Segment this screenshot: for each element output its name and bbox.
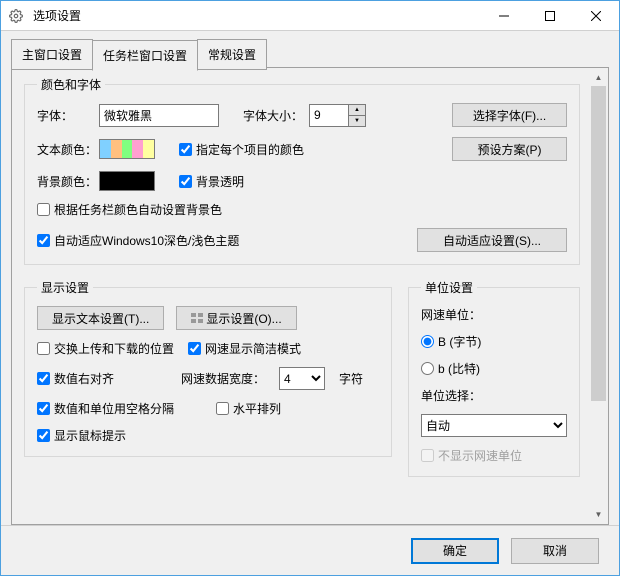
horizontal-checkbox[interactable]: 水平排列 xyxy=(216,400,281,417)
space-between-checkbox[interactable]: 数值和单位用空格分隔 xyxy=(37,400,202,417)
netspeed-unit-label: 网速单位： xyxy=(421,306,481,323)
bg-transparent-checkbox[interactable]: 背景透明 xyxy=(179,173,244,190)
vertical-scrollbar[interactable]: ▲ ▼ xyxy=(590,69,607,523)
scroll-up-icon[interactable]: ▲ xyxy=(590,69,607,86)
tab-panel: 颜色和字体 字体： 字体大小： ▲▼ 选择字体(F)... xyxy=(11,67,609,525)
netspeed-width-suffix: 字符 xyxy=(339,370,363,387)
netspeed-width-select[interactable]: 4 xyxy=(279,367,325,390)
footer: 确定 取消 xyxy=(1,525,619,575)
text-color-label: 文本颜色： xyxy=(37,141,99,158)
scrollbar-thumb[interactable] xyxy=(591,86,606,401)
tab-taskbar-window[interactable]: 任务栏窗口设置 xyxy=(92,40,198,71)
auto-adapt-theme-checkbox[interactable]: 自动适应Windows10深色/浅色主题 xyxy=(37,232,239,249)
display-settings-button[interactable]: 显示设置(O)... xyxy=(176,306,296,330)
specify-each-item-color-checkbox[interactable]: 指定每个项目的颜色 xyxy=(179,141,304,158)
text-display-settings-button[interactable]: 显示文本设置(T)... xyxy=(37,306,164,330)
group-color-font: 颜色和字体 字体： 字体大小： ▲▼ 选择字体(F)... xyxy=(24,76,580,265)
spin-up-icon[interactable]: ▲ xyxy=(349,105,365,116)
group-display: 显示设置 显示文本设置(T)... 显示设置(O)... 交换上 xyxy=(24,279,392,457)
text-color-swatch[interactable] xyxy=(99,139,155,159)
netspeed-width-label: 网速数据宽度： xyxy=(181,370,265,387)
window-title: 选项设置 xyxy=(31,7,481,24)
preset-scheme-button[interactable]: 预设方案(P) xyxy=(452,137,567,161)
minimize-button[interactable] xyxy=(481,1,527,31)
show-tooltip-checkbox[interactable]: 显示鼠标提示 xyxy=(37,427,126,444)
close-button[interactable] xyxy=(573,1,619,31)
unit-byte-radio[interactable]: B (字节) xyxy=(421,333,481,350)
maximize-button[interactable] xyxy=(527,1,573,31)
ok-button[interactable]: 确定 xyxy=(411,538,499,564)
settings-window: 选项设置 主窗口设置 任务栏窗口设置 常规设置 颜色和字体 字体： 字体大小： xyxy=(0,0,620,576)
grid-icon xyxy=(191,313,203,323)
swap-upload-download-checkbox[interactable]: 交换上传和下载的位置 xyxy=(37,340,174,357)
group-display-legend: 显示设置 xyxy=(37,279,93,296)
bg-color-swatch[interactable] xyxy=(99,171,155,191)
scrollbar-track[interactable] xyxy=(590,86,607,506)
gear-icon xyxy=(1,9,31,23)
titlebar: 选项设置 xyxy=(1,1,619,31)
tab-bar: 主窗口设置 任务栏窗口设置 常规设置 xyxy=(11,39,609,70)
font-size-input[interactable] xyxy=(309,104,349,127)
unit-select-label: 单位选择： xyxy=(421,387,481,404)
tab-general[interactable]: 常规设置 xyxy=(197,39,267,70)
tab-main-window[interactable]: 主窗口设置 xyxy=(11,39,93,70)
cancel-button[interactable]: 取消 xyxy=(511,538,599,564)
group-unit-legend: 单位设置 xyxy=(421,279,477,296)
auto-set-bg-by-taskbar-checkbox[interactable]: 根据任务栏颜色自动设置背景色 xyxy=(37,201,222,218)
hide-netspeed-unit-checkbox: 不显示网速单位 xyxy=(421,447,522,464)
font-label: 字体： xyxy=(37,107,99,124)
spin-down-icon[interactable]: ▼ xyxy=(349,116,365,126)
font-size-label: 字体大小： xyxy=(243,107,303,124)
unit-select-combo[interactable]: 自动 xyxy=(421,414,567,437)
scroll-area: 颜色和字体 字体： 字体大小： ▲▼ 选择字体(F)... xyxy=(14,70,590,522)
simple-netspeed-checkbox[interactable]: 网速显示简洁模式 xyxy=(188,340,301,357)
group-color-font-legend: 颜色和字体 xyxy=(37,76,105,93)
right-align-checkbox[interactable]: 数值右对齐 xyxy=(37,370,167,387)
unit-bit-radio[interactable]: b (比特) xyxy=(421,360,480,377)
auto-adapt-settings-button[interactable]: 自动适应设置(S)... xyxy=(417,228,567,252)
group-unit: 单位设置 网速单位： B (字节) b (比特) 单位选择： 自动 不显示网速单… xyxy=(408,279,580,477)
scroll-down-icon[interactable]: ▼ xyxy=(590,506,607,523)
font-size-spinner[interactable]: ▲▼ xyxy=(309,104,366,127)
font-input[interactable] xyxy=(99,104,219,127)
content-area: 主窗口设置 任务栏窗口设置 常规设置 颜色和字体 字体： 字体大小： xyxy=(1,31,619,525)
select-font-button[interactable]: 选择字体(F)... xyxy=(452,103,567,127)
bg-color-label: 背景颜色： xyxy=(37,173,99,190)
